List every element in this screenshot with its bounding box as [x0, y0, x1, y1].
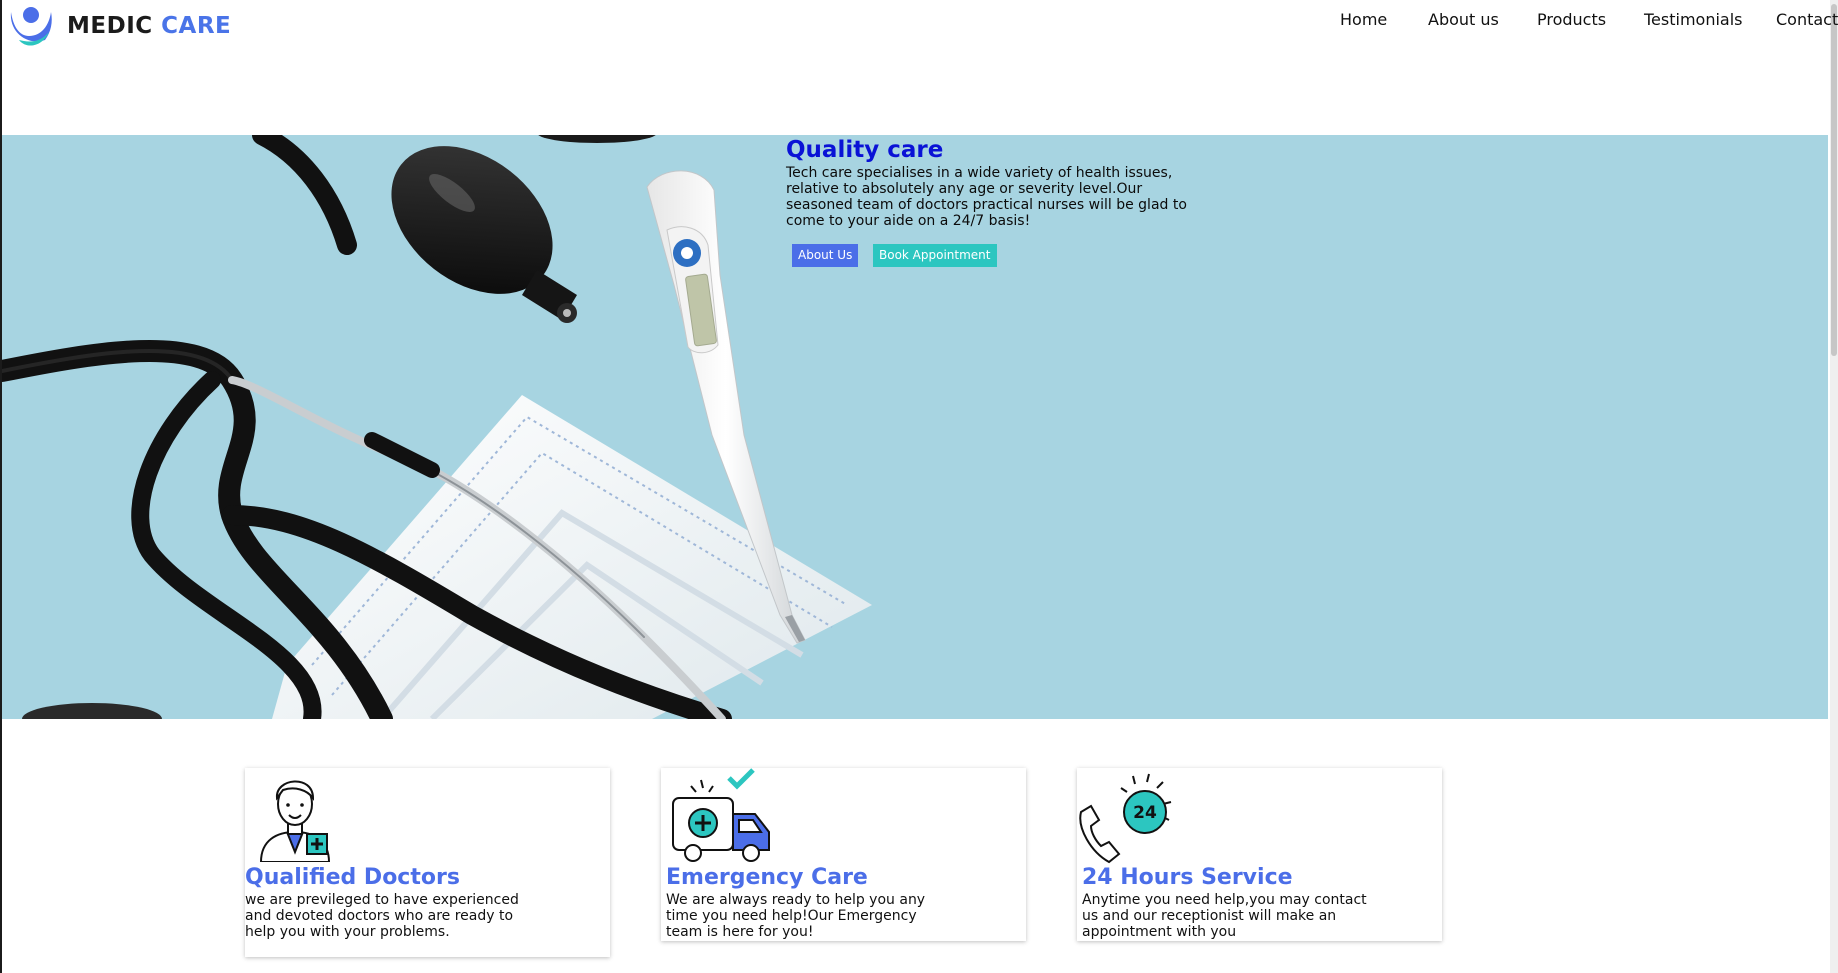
nav-home[interactable]: Home	[1340, 10, 1387, 29]
nav-about-us[interactable]: About us	[1428, 10, 1499, 29]
pressure-bulb-icon	[391, 135, 656, 323]
badge-24: 24	[1133, 803, 1157, 823]
service-title: 24 Hours Service	[1082, 865, 1293, 890]
ambulance-icon	[672, 768, 770, 862]
service-description: We are always ready to help you any time…	[666, 892, 926, 940]
hero-banner: Quality care Tech care specialises in a …	[2, 135, 1828, 719]
service-description: Anytime you need help,you may contact us…	[1082, 892, 1367, 940]
service-card-24-hours[interactable]: 24 24 Hours Service Anytime you need hel…	[1077, 768, 1442, 941]
service-description: we are previleged to have experienced an…	[245, 892, 519, 940]
service-title: Qualified Doctors	[245, 865, 460, 890]
nav-testimonials[interactable]: Testimonials	[1644, 10, 1743, 29]
nav-contact[interactable]: Contact	[1776, 10, 1838, 29]
hero-title: Quality care	[786, 137, 944, 163]
doctor-icon	[259, 780, 331, 862]
main-nav: Home About us Products Testimonials Cont…	[0, 10, 1838, 38]
hero-content: Quality care Tech care specialises in a …	[786, 135, 1206, 267]
book-appointment-button[interactable]: Book Appointment	[873, 244, 997, 267]
scrollbar-thumb[interactable]	[1831, 4, 1837, 356]
nav-products[interactable]: Products	[1537, 10, 1606, 29]
phone-24-icon: 24	[1079, 773, 1172, 864]
service-card-qualified-doctors[interactable]: Qualified Doctors we are previleged to h…	[245, 768, 610, 957]
hero-medical-image	[2, 135, 872, 719]
service-title: Emergency Care	[666, 865, 868, 890]
about-us-button[interactable]: About Us	[792, 244, 859, 267]
service-card-emergency-care[interactable]: Emergency Care We are always ready to he…	[661, 768, 1026, 941]
stethoscope-chestpiece	[22, 703, 162, 719]
scrollbar[interactable]	[1830, 0, 1838, 973]
hero-description: Tech care specialises in a wide variety …	[786, 165, 1187, 229]
